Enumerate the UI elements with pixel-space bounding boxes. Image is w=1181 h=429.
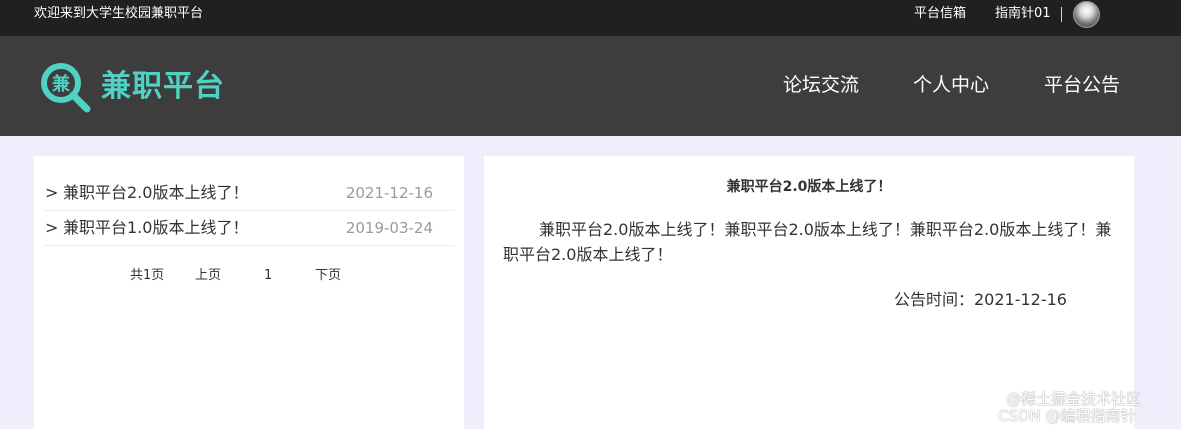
logo-magnifier-icon[interactable]: 兼 (39, 61, 93, 115)
topbar-divider (1061, 7, 1062, 22)
nav-forum[interactable]: 论坛交流 (783, 72, 859, 98)
site-header: 兼 兼职平台 论坛交流 个人中心 平台公告 (0, 36, 1181, 136)
logo-glyph: 兼 (52, 73, 71, 95)
notice-list-panel: > 兼职平台2.0版本上线了！ 2021-12-16 > 兼职平台1.0版本上线… (34, 156, 464, 429)
avatar[interactable] (1073, 1, 1100, 28)
announcement-time: 公告时间：2021-12-16 (894, 290, 1067, 309)
logo-text[interactable]: 兼职平台 (101, 67, 225, 107)
watermark-line1: @稀土掘金技术社区 (1006, 390, 1142, 408)
notice-title[interactable]: 兼职平台1.0版本上线了！ (63, 217, 248, 239)
nav-personal-center[interactable]: 个人中心 (913, 72, 989, 98)
watermark-line2: CSDN @编程指南针 (998, 407, 1136, 425)
chevron-right-icon: > (45, 218, 59, 237)
chevron-right-icon: > (45, 183, 59, 202)
pagination-total: 共1页 (130, 268, 165, 283)
notice-title[interactable]: 兼职平台2.0版本上线了！ (63, 182, 248, 204)
list-item[interactable]: > 兼职平台2.0版本上线了！ 2021-12-16 (44, 176, 454, 211)
platform-inbox-link[interactable]: 平台信箱 (914, 0, 966, 28)
pagination-next-button[interactable]: 下页 (315, 267, 341, 285)
notice-date: 2019-03-24 (345, 219, 433, 237)
watermark: @稀土掘金技术社区 CSDN @编程指南针 (998, 390, 1142, 425)
welcome-text: 欢迎来到大学生校园兼职平台 (34, 6, 204, 21)
announcement-detail-panel: 兼职平台2.0版本上线了！ 兼职平台2.0版本上线了！兼职平台2.0版本上线了！… (484, 156, 1134, 429)
username-link[interactable]: 指南针01 (995, 0, 1051, 28)
nav-announcements[interactable]: 平台公告 (1044, 72, 1120, 98)
announcement-title: 兼职平台2.0版本上线了！ (726, 179, 892, 195)
list-item[interactable]: > 兼职平台1.0版本上线了！ 2019-03-24 (44, 211, 454, 246)
notice-date: 2021-12-16 (345, 184, 433, 202)
announcement-body: 兼职平台2.0版本上线了！兼职平台2.0版本上线了！兼职平台2.0版本上线了！兼… (503, 220, 1112, 264)
pagination-prev-button[interactable]: 上页 (195, 267, 221, 285)
pagination-current-page[interactable]: 1 (264, 267, 272, 285)
top-bar: 欢迎来到大学生校园兼职平台 平台信箱 指南针01 (0, 0, 1181, 36)
